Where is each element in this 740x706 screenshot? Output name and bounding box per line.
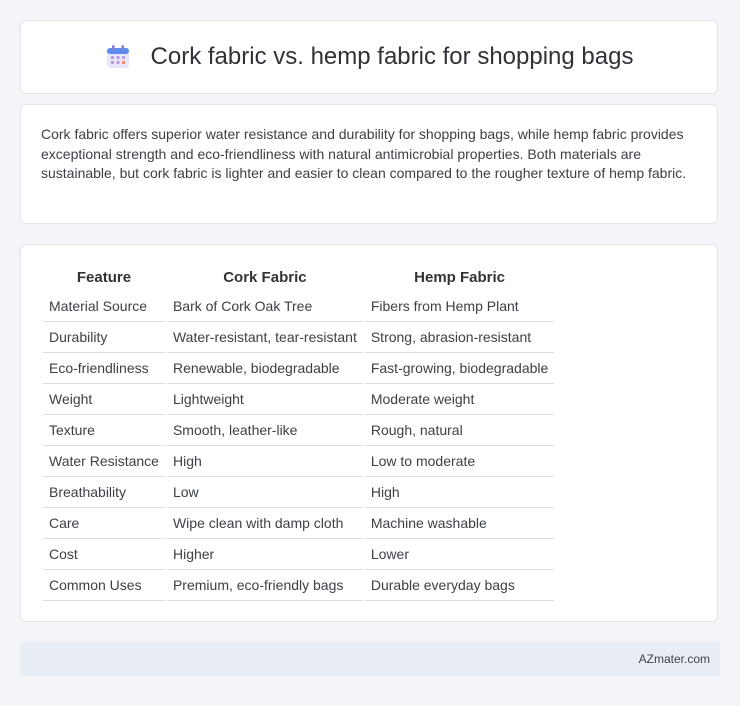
table-cell: Bark of Cork Oak Tree — [166, 291, 363, 322]
table-cell: Renewable, biodegradable — [166, 353, 363, 384]
table-cell: Durability — [43, 322, 165, 353]
table-cell: Water-resistant, tear-resistant — [166, 322, 363, 353]
table-row: Water Resistance High Low to moderate — [43, 446, 555, 477]
table-cell: Low to moderate — [364, 446, 555, 477]
table-cell: Common Uses — [43, 570, 165, 601]
summary-text: Cork fabric offers superior water resist… — [41, 126, 687, 181]
table-row: Texture Smooth, leather-like Rough, natura… — [43, 415, 555, 446]
table-cell: Texture — [43, 415, 165, 446]
footer: AZmater.com — [20, 642, 720, 676]
table-cell: Wipe clean with damp cloth — [166, 508, 363, 539]
table-cell: Care — [43, 508, 165, 539]
table-cell: Higher — [166, 539, 363, 570]
table-cell: Fibers from Hemp Plant — [364, 291, 555, 322]
table-row: Care Wipe clean with damp cloth Machine wa… — [43, 508, 555, 539]
table-cell: Smooth, leather-like — [166, 415, 363, 446]
table-row: Material Source Bark of Cork Oak Tree Fibe… — [43, 291, 555, 322]
table-cell: Durable everyday bags — [364, 570, 555, 601]
table-cell: High — [166, 446, 363, 477]
table-row: Common Uses Premium, eco-friendly bags Dur… — [43, 570, 555, 601]
table-cell: Premium, eco-friendly bags — [166, 570, 363, 601]
table-header-row: Feature Cork Fabric Hemp Fabric — [43, 265, 554, 291]
table-cell: Cost — [43, 539, 165, 570]
footer-site: AZmater.com — [638, 652, 710, 666]
comparison-table: Feature Cork Fabric Hemp Fabric Material… — [41, 265, 556, 601]
title-card: Cork fabric vs. hemp fabric for shopping… — [20, 20, 718, 94]
table-row: Eco-friendliness Renewable, biodegradable… — [43, 353, 555, 384]
table-cell: Machine washable — [364, 508, 555, 539]
table-cell: Lightweight — [166, 384, 363, 415]
table-cell: Water Resistance — [43, 446, 165, 477]
table-row: Cost Higher Lower — [43, 539, 555, 570]
table-cell: Weight — [43, 384, 165, 415]
table-cell: Fast-growing, biodegradable — [364, 353, 555, 384]
table-cell: Strong, abrasion-resistant — [364, 322, 555, 353]
calendar-icon — [106, 45, 129, 68]
table-cell: Rough, natural — [364, 415, 555, 446]
table-row: Durability Water-resistant, tear-resistan… — [43, 322, 555, 353]
table-cell: Low — [166, 477, 363, 508]
table-cell: Breathability — [43, 477, 165, 508]
column-header: Hemp Fabric — [414, 268, 505, 286]
table-cell: High — [364, 477, 555, 508]
table-cell: Eco-friendliness — [43, 353, 165, 384]
column-header: Feature — [76, 268, 132, 286]
table-cell: Material Source — [43, 291, 165, 322]
page-title: Cork fabric vs. hemp fabric for shopping… — [150, 43, 634, 70]
column-header: Cork Fabric — [223, 268, 307, 286]
table-cell: Lower — [364, 539, 555, 570]
table-cell: Moderate weight — [364, 384, 555, 415]
summary-card: Cork fabric offers superior water resist… — [20, 104, 718, 224]
comparison-card: Feature Cork Fabric Hemp Fabric Material… — [20, 244, 718, 622]
table-row: Breathability Low High — [43, 477, 555, 508]
table-row: Weight Lightweight Moderate weight — [43, 384, 555, 415]
